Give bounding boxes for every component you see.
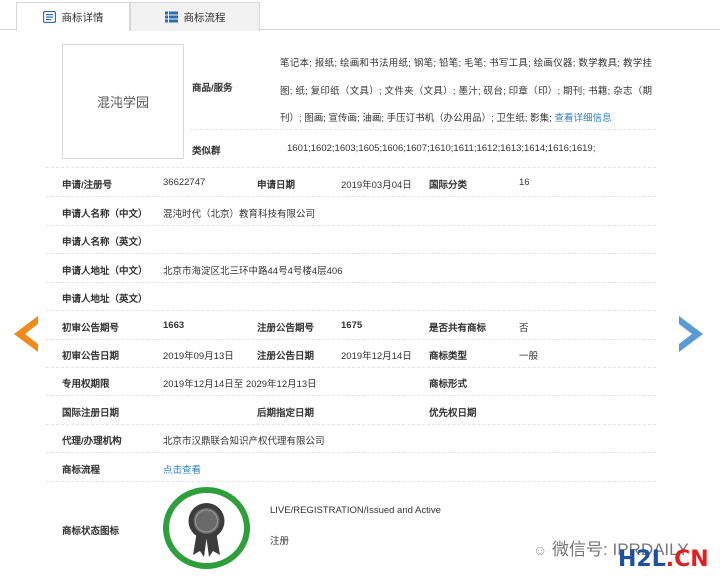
reg-pub-no-label: 注册公告期号	[257, 323, 315, 334]
site-logo-part-b: .CN	[665, 547, 709, 572]
status-en-text: LIVE/REGISTRATION/Issued and Active	[270, 505, 441, 516]
divider	[46, 481, 656, 482]
shared-value: 否	[519, 323, 529, 334]
divider	[46, 310, 656, 311]
tab-bar: 商标详情 商标流程	[0, 0, 720, 31]
reg-no-value: 36622747	[163, 177, 206, 188]
similar-groups-value: 1601;1602;1603;1605;1606;1607;1610;1611;…	[287, 143, 596, 154]
divider	[46, 225, 656, 226]
applicant-en-label: 申请人名称（英文）	[62, 237, 148, 248]
next-arrow-icon[interactable]	[679, 316, 703, 355]
divider	[46, 424, 656, 425]
reg-pub-date-label: 注册公告日期	[257, 351, 315, 362]
applicant-cn-label: 申请人名称（中文）	[62, 209, 148, 220]
site-logo-part-a: H2L	[618, 547, 666, 572]
list-icon	[164, 11, 178, 23]
address-cn-label: 申请人地址（中文）	[62, 266, 148, 277]
previous-arrow-icon[interactable]	[14, 316, 38, 355]
address-cn-value: 北京市海淀区北三环中路44号4号楼4层406	[163, 266, 343, 277]
agent-label: 代理/办理机构	[62, 436, 122, 447]
view-flow-link[interactable]: 点击查看	[163, 462, 201, 476]
tm-type-label: 商标类型	[429, 351, 468, 362]
apply-date-label: 申请日期	[257, 180, 296, 191]
shared-label: 是否共有商标	[429, 323, 487, 334]
prelim-no-value: 1663	[163, 320, 185, 331]
wechat-icon: ☺	[533, 542, 548, 558]
divider	[46, 452, 656, 453]
award-ribbon-icon	[188, 503, 225, 557]
trademark-image-text: 混沌学园	[96, 96, 149, 111]
trademark-image: 混沌学园	[62, 44, 184, 159]
status-cn-text: 注册	[270, 536, 290, 547]
reg-pub-date-value: 2019年12月14日	[341, 351, 412, 362]
goods-services-value: 笔记本; 报纸; 绘画和书法用纸; 钢笔; 铅笔; 毛笔; 书写工具; 绘画仪器…	[280, 50, 652, 133]
tm-type-value: 一般	[519, 351, 539, 362]
tab-trademark-flow[interactable]: 商标流程	[130, 2, 260, 31]
exclusive-period-value: 2019年12月14日至 2029年12月13日	[163, 379, 317, 390]
similar-groups-label: 类似群	[192, 146, 221, 157]
status-icon-label: 商标状态图标	[62, 526, 120, 537]
reg-no-label: 申请/注册号	[62, 180, 113, 191]
tm-form-label: 商标形式	[429, 379, 468, 390]
tab-label: 商标详情	[61, 11, 104, 24]
tab-trademark-details[interactable]: 商标详情	[16, 2, 130, 31]
view-details-link[interactable]: 查看详细信息	[554, 113, 611, 124]
divider	[46, 282, 656, 283]
prelim-date-label: 初审公告日期	[62, 351, 120, 362]
priority-date-label: 优先权日期	[429, 408, 477, 419]
reg-pub-no-value: 1675	[341, 320, 363, 331]
prelim-date-value: 2019年09月13日	[163, 351, 234, 362]
divider	[46, 253, 656, 254]
divider	[190, 129, 656, 130]
divider	[46, 395, 656, 396]
tab-label: 商标流程	[183, 11, 226, 24]
intl-class-label: 国际分类	[429, 180, 468, 191]
later-date-label: 后期指定日期	[257, 408, 315, 419]
divider	[46, 196, 656, 197]
prelim-no-label: 初审公告期号	[62, 323, 120, 334]
flow-label: 商标流程	[62, 465, 101, 476]
document-icon	[42, 10, 56, 24]
intl-reg-date-label: 国际注册日期	[62, 408, 120, 419]
address-en-label: 申请人地址（英文）	[62, 294, 148, 305]
divider	[46, 367, 656, 368]
divider	[46, 167, 656, 168]
site-logo: H2L.CN	[618, 547, 709, 572]
intl-class-value: 16	[519, 177, 530, 188]
registered-status-badge	[163, 487, 250, 569]
goods-services-label: 商品/服务	[192, 83, 233, 94]
apply-date-value: 2019年03月04日	[341, 180, 412, 191]
divider	[46, 339, 656, 340]
agent-value: 北京市汉鼎联合知识产权代理有限公司	[163, 436, 325, 447]
exclusive-period-label: 专用权期限	[62, 379, 110, 390]
applicant-cn-value: 混沌时代（北京）教育科技有限公司	[163, 209, 316, 220]
